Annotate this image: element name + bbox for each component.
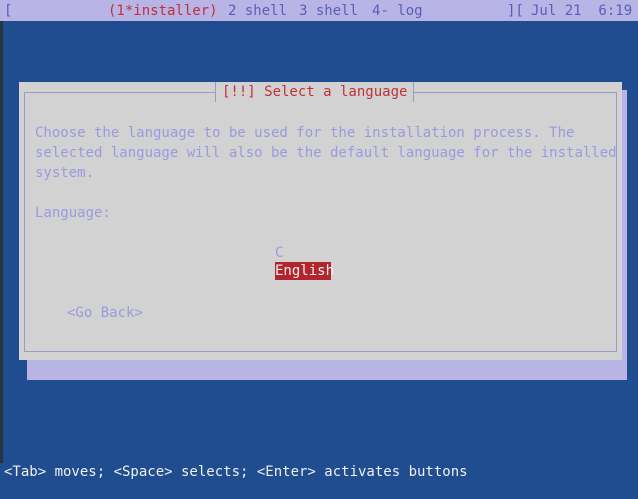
status-bracket-right: ][: [507, 3, 524, 19]
description-line: system.: [35, 165, 95, 181]
status-bracket-left: [: [4, 3, 13, 19]
dialog-description: Choose the language to be used for the i…: [35, 123, 617, 183]
language-option-c[interactable]: C: [275, 243, 283, 263]
window-tab-log[interactable]: 4- log: [372, 3, 423, 19]
window-tab-shell-2[interactable]: 2 shell: [228, 3, 287, 19]
clock: Jul 21 6:19: [531, 3, 633, 19]
select-language-dialog: [!!] Select a language Choose the langua…: [19, 82, 622, 360]
dialog-title: [!!] Select a language: [215, 82, 415, 102]
description-line: Choose the language to be used for the i…: [35, 125, 575, 141]
go-back-button[interactable]: <Go Back>: [67, 303, 143, 323]
terminal-left-edge: [0, 21, 3, 481]
help-text: <Tab> moves; <Space> selects; <Enter> ac…: [4, 464, 468, 480]
window-tab-shell-3[interactable]: 3 shell: [299, 3, 358, 19]
help-bar: <Tab> moves; <Space> selects; <Enter> ac…: [0, 463, 638, 481]
description-line: selected language will also be the defau…: [35, 145, 617, 161]
screen-status-bar: [ (1*installer) 2 shell 3 shell 4- log ]…: [0, 0, 638, 21]
language-option-english[interactable]: English: [275, 262, 334, 280]
language-label: Language:: [35, 205, 111, 221]
window-tab-installer[interactable]: (1*installer): [108, 3, 218, 19]
